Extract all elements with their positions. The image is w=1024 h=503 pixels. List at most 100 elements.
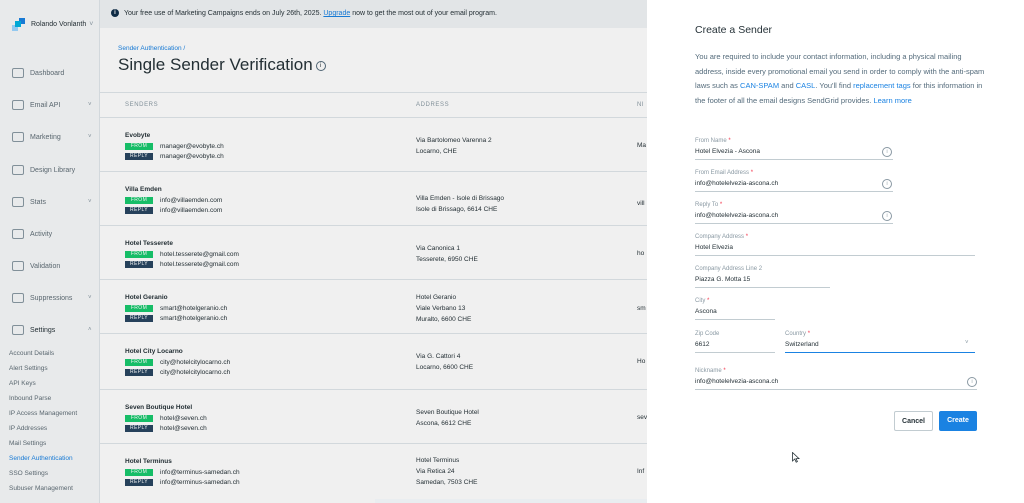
sender-name: Villa Emden xyxy=(125,186,162,193)
nickname-field[interactable]: Nickname * info@hotelelvezia-ascona.ch i xyxy=(695,368,977,390)
table-row[interactable]: Hotel Terminus FROM info@terminus-samedan… xyxy=(100,443,648,503)
table-row[interactable]: Evobyte FROM manager@evobyte.ch REPLY mana… xyxy=(100,117,648,172)
city-field[interactable]: City * Ascona xyxy=(695,298,775,320)
from-tag: FROM xyxy=(125,143,153,150)
company-address-line-2-field[interactable]: Company Address Line 2 Piazza G. Motta 1… xyxy=(695,266,830,288)
reply-line: REPLY info@villaemden.com xyxy=(125,207,222,214)
nav-dashboard[interactable]: Dashboard xyxy=(12,68,64,78)
cancel-button[interactable]: Cancel xyxy=(894,411,933,431)
reply-to-input[interactable]: info@hotelelvezia-ascona.ch xyxy=(695,212,778,219)
dashboard-icon xyxy=(12,68,24,78)
chevron-down-icon[interactable]: ˅ xyxy=(965,340,969,346)
reply-tag: REPLY xyxy=(125,261,153,268)
from-line: FROM smart@hotelgeranio.ch xyxy=(125,305,227,312)
nav-email-api[interactable]: Email API ˅ xyxy=(12,100,92,110)
create-button[interactable]: Create xyxy=(939,411,977,431)
from-line: FROM hotel.tesserete@gmail.com xyxy=(125,251,239,258)
user-menu[interactable]: Rolando Vonlanth ˅ xyxy=(12,18,93,31)
nickname-cell: Inf xyxy=(637,468,645,475)
company-address-field[interactable]: Company Address * Hotel Elvezia xyxy=(695,234,975,256)
settings-subuser-management[interactable]: Subuser Management xyxy=(9,485,73,492)
address-line: Via Retica 24 xyxy=(416,468,455,475)
info-icon[interactable]: i xyxy=(882,147,892,157)
from-tag: FROM xyxy=(125,305,153,312)
chevron-down-icon: ˅ xyxy=(88,102,92,108)
nav-stats[interactable]: Stats ˅ xyxy=(12,197,92,207)
table-row[interactable]: Hotel City Locarno FROM city@hotelcityloc… xyxy=(100,333,648,390)
address-line: Hotel Geranio xyxy=(416,294,457,301)
from-name-field[interactable]: From Name * Hotel Elvezia - Ascona i xyxy=(695,138,893,160)
reply-tag: REPLY xyxy=(125,315,153,322)
horizontal-scrollbar[interactable] xyxy=(375,499,647,503)
reply-line: REPLY smart@hotelgeranio.ch xyxy=(125,315,227,322)
field-label: Zip Code xyxy=(695,331,720,337)
nav-validation[interactable]: Validation xyxy=(12,261,60,271)
nav-suppressions[interactable]: Suppressions ˅ xyxy=(12,293,92,303)
settings-api-keys[interactable]: API Keys xyxy=(9,380,36,387)
drawer-description: You are required to include your contact… xyxy=(695,52,985,105)
company-address-line-2-input[interactable]: Piazza G. Motta 15 xyxy=(695,276,750,283)
nav-label: Settings xyxy=(30,326,56,334)
nav-label: Email API xyxy=(30,101,61,109)
nav-settings[interactable]: Settings ˄ xyxy=(12,325,92,335)
page-title: Single Sender Verification i xyxy=(118,55,326,75)
info-icon[interactable]: i xyxy=(882,211,892,221)
country-select[interactable]: Country * Switzerland ˅ xyxy=(785,331,975,353)
from-email: hotel@seven.ch xyxy=(160,415,207,422)
sidebar: Rolando Vonlanth ˅ Dashboard Email API ˅ … xyxy=(0,0,100,503)
field-label: Country * xyxy=(785,331,811,337)
reply-to-field[interactable]: Reply To * info@hotelelvezia-ascona.ch i xyxy=(695,202,893,224)
table-row[interactable]: Hotel Tesserete FROM hotel.tesserete@gmai… xyxy=(100,225,648,280)
company-address-input[interactable]: Hotel Elvezia xyxy=(695,244,733,251)
nav-design-library[interactable]: Design Library xyxy=(12,165,75,175)
zip-code-field[interactable]: Zip Code 6612 xyxy=(695,331,775,353)
table-row[interactable]: Hotel Geranio FROM smart@hotelgeranio.ch … xyxy=(100,279,648,334)
nav-marketing[interactable]: Marketing ˅ xyxy=(12,132,92,142)
banner-text-after: now to get the most out of your email pr… xyxy=(352,10,497,17)
info-icon[interactable]: i xyxy=(315,60,326,71)
reply-email: hotel@seven.ch xyxy=(160,425,207,432)
casl-link[interactable]: CASL xyxy=(796,81,816,90)
address-line: Viale Verbano 13 xyxy=(416,305,466,312)
learn-more-link[interactable]: Learn more xyxy=(873,96,911,105)
reply-tag: REPLY xyxy=(125,153,153,160)
nickname-cell: Ho xyxy=(637,358,646,365)
zip-code-input[interactable]: 6612 xyxy=(695,341,709,348)
info-icon[interactable]: i xyxy=(967,377,977,387)
settings-ip-addresses[interactable]: IP Addresses xyxy=(9,425,47,432)
country-select-value[interactable]: Switzerland xyxy=(785,341,819,348)
email-api-icon xyxy=(12,100,24,110)
table-row[interactable]: Villa Emden FROM info@villaemden.com REPL… xyxy=(100,171,648,226)
from-name-input[interactable]: Hotel Elvezia - Ascona xyxy=(695,148,760,155)
upgrade-link[interactable]: Upgrade xyxy=(323,10,350,17)
address-line: Samedan, 7503 CHE xyxy=(416,479,478,486)
reply-line: REPLY hotel.tesserete@gmail.com xyxy=(125,261,239,268)
info-icon[interactable]: i xyxy=(882,179,892,189)
address-line: Locarno, CHE xyxy=(416,148,457,155)
replacement-tags-link[interactable]: replacement tags xyxy=(853,81,911,90)
can-spam-link[interactable]: CAN-SPAM xyxy=(740,81,779,90)
chevron-down-icon: ˅ xyxy=(88,199,92,205)
from-line: FROM info@terminus-samedan.ch xyxy=(125,469,240,476)
nickname-input[interactable]: info@hotelelvezia-ascona.ch xyxy=(695,378,778,385)
field-label: City * xyxy=(695,298,710,304)
settings-ip-access-management[interactable]: IP Access Management xyxy=(9,410,77,417)
settings-sso-settings[interactable]: SSO Settings xyxy=(9,470,48,477)
address-line: Isole di Brissago, 6614 CHE xyxy=(416,206,498,213)
from-email-input[interactable]: info@hotelelvezia-ascona.ch xyxy=(695,180,778,187)
reply-tag: REPLY xyxy=(125,425,153,432)
nav-activity[interactable]: Activity xyxy=(12,229,52,239)
table-row[interactable]: Seven Boutique Hotel FROM hotel@seven.ch … xyxy=(100,389,648,444)
settings-mail-settings[interactable]: Mail Settings xyxy=(9,440,46,447)
settings-account-details[interactable]: Account Details xyxy=(9,350,54,357)
city-input[interactable]: Ascona xyxy=(695,308,717,315)
settings-inbound-parse[interactable]: Inbound Parse xyxy=(9,395,51,402)
breadcrumb[interactable]: Sender Authentication / xyxy=(118,45,185,52)
design-library-icon xyxy=(12,165,24,175)
reply-email: manager@evobyte.ch xyxy=(160,153,224,160)
from-email: smart@hotelgeranio.ch xyxy=(160,305,228,312)
chevron-down-icon: ˅ xyxy=(89,21,94,28)
settings-alert-settings[interactable]: Alert Settings xyxy=(9,365,48,372)
settings-sender-authentication[interactable]: Sender Authentication xyxy=(9,455,73,462)
from-email-field[interactable]: From Email Address * info@hotelelvezia-a… xyxy=(695,170,893,192)
